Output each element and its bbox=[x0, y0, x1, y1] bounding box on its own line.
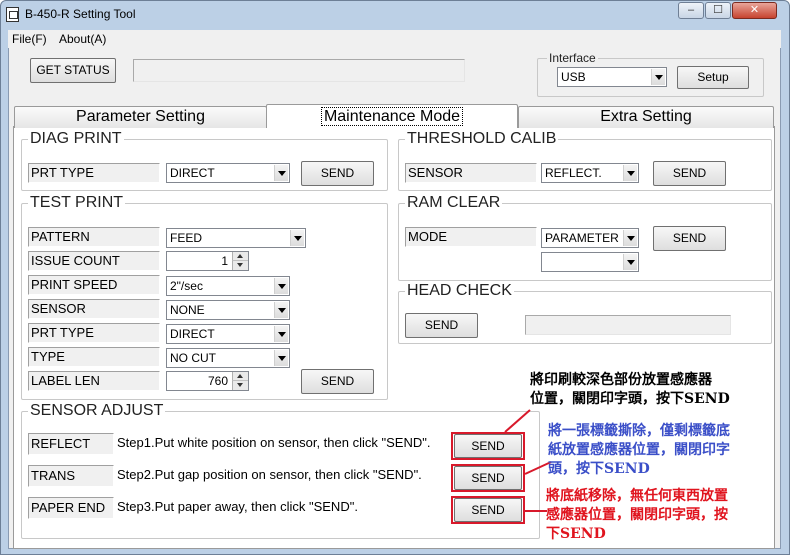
close-icon[interactable]: ✕ bbox=[732, 2, 777, 19]
tab-parameter-setting[interactable]: Parameter Setting bbox=[14, 106, 267, 128]
note2-line3: 頭，按下SEND bbox=[548, 461, 650, 477]
maximize-icon[interactable]: ☐ bbox=[705, 2, 731, 19]
annotation-note-3: 將底紙移除，無任何東西放置 感應器位置，關閉印字頭，按 下SEND bbox=[546, 487, 782, 544]
menu-bar bbox=[8, 30, 781, 48]
test-print-legend: TEST PRINT bbox=[28, 194, 126, 211]
label-len-stepper[interactable]: 760 bbox=[166, 371, 249, 391]
setup-button[interactable]: Setup bbox=[677, 66, 749, 89]
minimize-icon[interactable]: – bbox=[678, 2, 704, 19]
tab-extra-setting[interactable]: Extra Setting bbox=[518, 106, 774, 128]
chevron-down-icon bbox=[623, 165, 637, 181]
note3-line1: 將底紙移除，無任何東西放置 bbox=[546, 488, 728, 504]
label-len-value: 760 bbox=[207, 374, 228, 388]
paper-end-label: PAPER END bbox=[28, 497, 114, 519]
get-status-button[interactable]: GET STATUS bbox=[30, 58, 116, 83]
sensor-adjust-legend: SENSOR ADJUST bbox=[28, 402, 166, 419]
prt-type-value: DIRECT bbox=[170, 327, 215, 341]
annotation-note-1: 將印刷較深色部份放置感應器 位置，關閉印字頭，按下SEND bbox=[530, 371, 770, 409]
ram-mode-label: MODE bbox=[405, 227, 537, 247]
window-title: B-450-R Setting Tool bbox=[25, 7, 136, 21]
interface-value: USB bbox=[561, 70, 586, 84]
pattern-select[interactable]: FEED bbox=[166, 228, 306, 248]
note2-line2: 紙放置感應器位置，關閉印字 bbox=[548, 442, 730, 458]
tab-maintenance-mode[interactable]: Maintenance Mode bbox=[266, 104, 518, 128]
title-bar[interactable]: B-450-R Setting Tool bbox=[0, 0, 790, 30]
chevron-down-icon bbox=[274, 165, 288, 181]
note1-line1: 將印刷較深色部份放置感應器 bbox=[530, 372, 712, 388]
note1-line2: 位置，關閉印字頭，按下SEND bbox=[530, 391, 730, 407]
note3-line2: 感應器位置，關閉印字頭，按 bbox=[546, 507, 728, 523]
threshold-sensor-value: REFLECT. bbox=[545, 166, 602, 180]
label-len-label: LABEL LEN bbox=[28, 371, 160, 391]
sensor-label: SENSOR bbox=[28, 299, 160, 319]
interface-legend: Interface bbox=[547, 50, 598, 66]
spin-down-icon[interactable] bbox=[232, 381, 248, 390]
reflect-label: REFLECT bbox=[28, 433, 114, 455]
reflect-send-button[interactable]: SEND bbox=[454, 434, 522, 458]
note3-line3: 下SEND bbox=[546, 526, 606, 542]
chevron-down-icon bbox=[274, 350, 288, 366]
chevron-down-icon bbox=[274, 326, 288, 342]
ram-clear-legend: RAM CLEAR bbox=[405, 194, 503, 211]
type-value: NO CUT bbox=[170, 351, 216, 365]
menu-about[interactable]: About(A) bbox=[59, 32, 106, 46]
diag-send-button[interactable]: SEND bbox=[301, 161, 374, 186]
spin-up-icon[interactable] bbox=[232, 252, 248, 261]
pattern-label: PATTERN bbox=[28, 227, 160, 247]
app-printer-icon bbox=[6, 7, 19, 22]
trans-send-button[interactable]: SEND bbox=[454, 466, 522, 490]
step1-text: Step1.Put white position on sensor, then… bbox=[117, 435, 431, 450]
step2-text: Step2.Put gap position on sensor, then c… bbox=[117, 467, 422, 482]
ram-mode-select-2[interactable] bbox=[541, 252, 639, 272]
diag-print-legend: DIAG PRINT bbox=[28, 130, 124, 147]
diag-prt-type-select[interactable]: DIRECT bbox=[166, 163, 290, 183]
status-field bbox=[133, 59, 465, 82]
chevron-down-icon bbox=[651, 69, 665, 85]
issue-count-label: ISSUE COUNT bbox=[28, 251, 160, 271]
chevron-down-icon bbox=[623, 254, 637, 270]
diag-prt-type-label: PRT TYPE bbox=[28, 163, 160, 183]
ram-clear-send-button[interactable]: SEND bbox=[653, 226, 726, 251]
annotation-note-2: 將一張標籤撕除，僅剩標籤底 紙放置感應器位置，關閉印字 頭，按下SEND bbox=[548, 422, 784, 479]
threshold-calib-legend: THRESHOLD CALIB bbox=[405, 130, 559, 147]
head-check-send-button[interactable]: SEND bbox=[405, 313, 478, 338]
paper-end-send-button[interactable]: SEND bbox=[454, 498, 522, 522]
sensor-select[interactable]: NONE bbox=[166, 300, 290, 320]
prt-type-select[interactable]: DIRECT bbox=[166, 324, 290, 344]
chevron-down-icon bbox=[623, 230, 637, 246]
head-check-result bbox=[525, 315, 731, 335]
issue-count-stepper[interactable]: 1 bbox=[166, 251, 249, 271]
type-label: TYPE bbox=[28, 347, 160, 367]
ram-mode-select[interactable]: PARAMETER bbox=[541, 228, 639, 248]
threshold-send-button[interactable]: SEND bbox=[653, 161, 726, 186]
ram-mode-value: PARAMETER bbox=[545, 231, 619, 245]
trans-label: TRANS bbox=[28, 465, 114, 487]
issue-count-value: 1 bbox=[221, 254, 228, 268]
threshold-sensor-label: SENSOR bbox=[405, 163, 537, 183]
head-check-legend: HEAD CHECK bbox=[405, 282, 514, 299]
sensor-value: NONE bbox=[170, 303, 205, 317]
type-select[interactable]: NO CUT bbox=[166, 348, 290, 368]
chevron-down-icon bbox=[274, 278, 288, 294]
print-speed-value: 2"/sec bbox=[170, 279, 203, 293]
chevron-down-icon bbox=[274, 302, 288, 318]
prt-type-label: PRT TYPE bbox=[28, 323, 160, 343]
spin-down-icon[interactable] bbox=[232, 261, 248, 270]
print-speed-select[interactable]: 2"/sec bbox=[166, 276, 290, 296]
threshold-sensor-select[interactable]: REFLECT. bbox=[541, 163, 639, 183]
chevron-down-icon bbox=[290, 230, 304, 246]
interface-select[interactable]: USB bbox=[557, 67, 667, 87]
print-speed-label: PRINT SPEED bbox=[28, 275, 160, 295]
note2-line1: 將一張標籤撕除，僅剩標籤底 bbox=[548, 423, 730, 439]
tab-maintenance-label: Maintenance Mode bbox=[320, 107, 464, 126]
step3-text: Step3.Put paper away, then click "SEND". bbox=[117, 499, 358, 514]
spin-up-icon[interactable] bbox=[232, 372, 248, 381]
menu-file[interactable]: File(F) bbox=[12, 32, 47, 46]
diag-prt-type-value: DIRECT bbox=[170, 166, 215, 180]
test-print-send-button[interactable]: SEND bbox=[301, 369, 374, 394]
pattern-value: FEED bbox=[170, 231, 203, 245]
